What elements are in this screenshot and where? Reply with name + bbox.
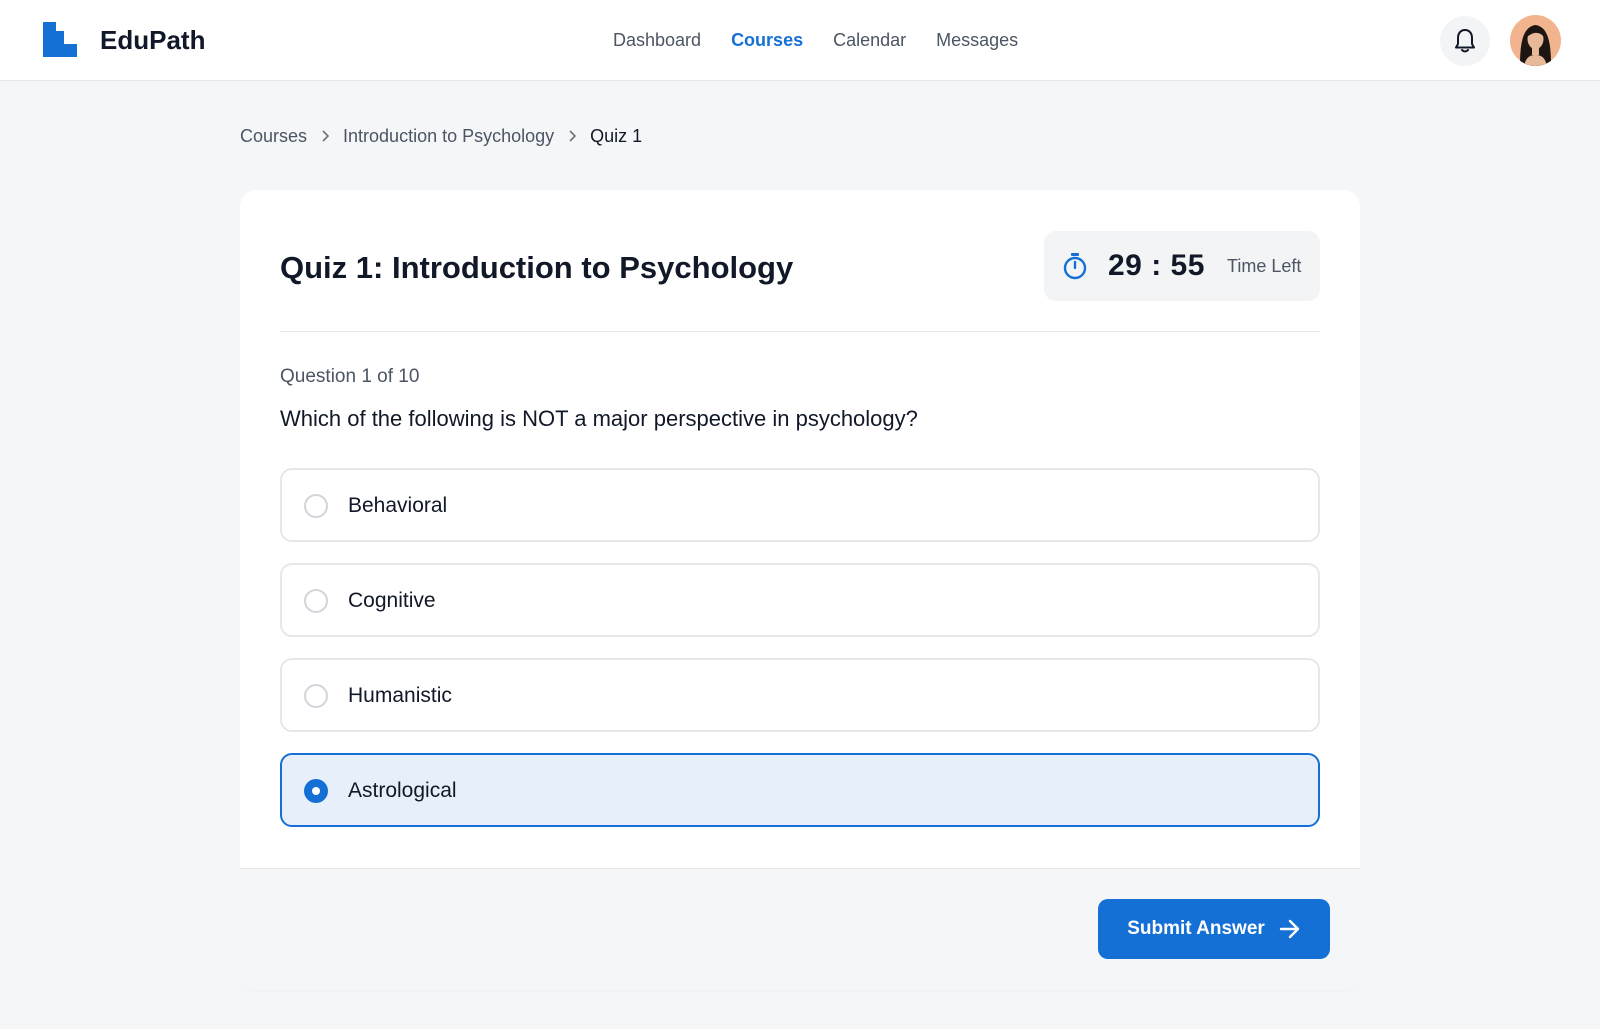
nav-item-dashboard[interactable]: Dashboard (613, 22, 701, 58)
avatar-image (1510, 15, 1561, 66)
notifications-button[interactable] (1440, 16, 1490, 66)
top-navigation-bar: EduPath Dashboard Courses Calendar Messa… (0, 0, 1600, 81)
bell-icon (1455, 29, 1475, 53)
question-text: Which of the following is NOT a major pe… (280, 406, 918, 431)
user-avatar[interactable] (1510, 15, 1561, 66)
nav-item-messages[interactable]: Messages (936, 22, 1018, 58)
edupath-logo-icon[interactable] (43, 22, 77, 57)
chevron-right-icon (568, 130, 577, 142)
breadcrumb-courses[interactable]: Courses (240, 126, 307, 147)
option-label: Humanistic (348, 684, 452, 707)
option-label: Behavioral (348, 494, 448, 517)
breadcrumb-current: Quiz 1 (590, 125, 643, 146)
radio-button-selected[interactable] (304, 779, 328, 803)
submit-answer-label: Submit Answer (1127, 918, 1265, 939)
radio-button[interactable] (304, 589, 328, 613)
answer-option-behavioral[interactable]: Behavioral (280, 468, 1320, 542)
answer-option-cognitive[interactable]: Cognitive (280, 563, 1320, 637)
radio-button[interactable] (304, 684, 328, 708)
quiz-card: Quiz 1: Introduction to Psychology 29 : … (240, 190, 1360, 990)
arrow-right-icon (1279, 919, 1299, 939)
submit-answer-button[interactable]: Submit Answer (1098, 899, 1330, 959)
timer-label: Time Left (1227, 256, 1302, 276)
card-footer: Submit Answer (240, 868, 1360, 990)
quiz-title: Quiz 1: Introduction to Psychology (280, 250, 794, 285)
timer-value: 29 : 55 (1108, 249, 1205, 282)
divider (280, 331, 1320, 332)
option-label: Cognitive (348, 589, 436, 612)
option-label: Astrological (348, 779, 457, 802)
nav-item-calendar[interactable]: Calendar (833, 22, 906, 58)
stopwatch-icon (1063, 253, 1087, 280)
nav-item-courses[interactable]: Courses (731, 22, 803, 58)
question-counter: Question 1 of 10 (280, 366, 420, 387)
main-nav: Dashboard Courses Calendar Messages (613, 22, 1018, 58)
radio-button[interactable] (304, 494, 328, 518)
brand-name[interactable]: EduPath (100, 22, 205, 58)
breadcrumb-course[interactable]: Introduction to Psychology (343, 126, 554, 147)
timer-panel: 29 : 55 Time Left (1044, 231, 1320, 301)
answer-option-humanistic[interactable]: Humanistic (280, 658, 1320, 732)
chevron-right-icon (321, 130, 330, 142)
answer-option-astrological[interactable]: Astrological (280, 753, 1320, 827)
breadcrumb: Courses Introduction to Psychology Quiz … (240, 122, 642, 150)
